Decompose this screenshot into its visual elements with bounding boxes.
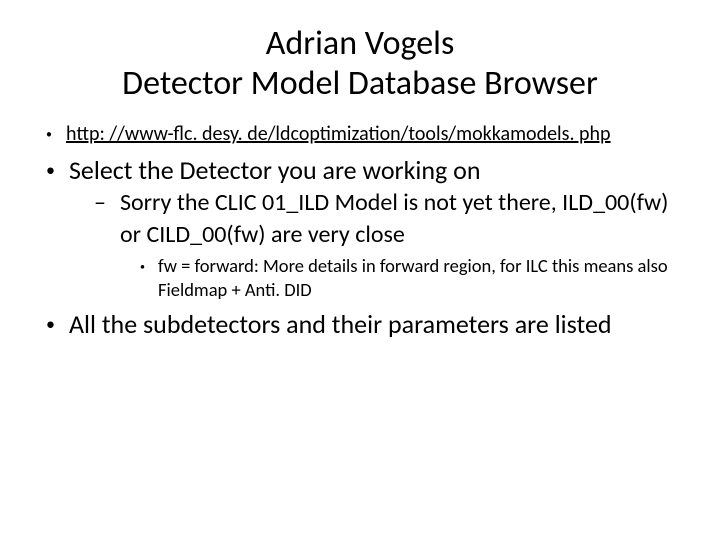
bullet-list-level-2: – Sorry the CLIC 01_ILD Model is not yet… [42, 187, 678, 301]
bullet-dot-icon: • [42, 154, 55, 186]
bullet-list-level-3: • fw = forward: More details in forward … [94, 254, 678, 302]
bullet-dot-icon: • [42, 308, 55, 340]
database-link[interactable]: http: //www-flc. desy. de/ldcoptimizatio… [66, 122, 611, 146]
dash-icon: – [94, 187, 110, 219]
bullet-text: Select the Detector you are working on [69, 154, 481, 187]
subsubbullet-text: fw = forward: More details in forward re… [158, 254, 678, 302]
subbullet-text: Sorry the CLIC 01_ILD Model is not yet t… [120, 187, 678, 249]
link-item: http: //www-flc. desy. de/ldcoptimizatio… [66, 122, 611, 148]
title-line-2: Detector Model Database Browser [122, 63, 598, 104]
bullet-list-level-1: • http: //www-flc. desy. de/ldcoptimizat… [42, 122, 678, 341]
bullet-dot-icon: • [42, 122, 52, 148]
title-line-1: Adrian Vogels [266, 23, 455, 64]
bullet-dot-icon: • [140, 254, 148, 280]
slide-title: Adrian Vogels Detector Model Database Br… [42, 24, 678, 104]
bullet-text: All the subdetectors and their parameter… [69, 308, 612, 341]
